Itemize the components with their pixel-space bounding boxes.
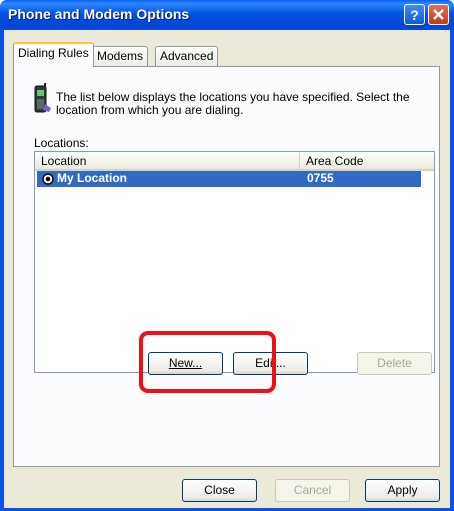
tab-dialing-rules[interactable]: Dialing Rules (13, 42, 94, 67)
delete-button[interactable]: Delete (357, 352, 432, 375)
dialog-client-area: Dialing Rules Modems Advanced The list b… (4, 30, 450, 508)
title-bar[interactable]: Phone and Modem Options ? (0, 0, 454, 30)
locations-label: Locations: (34, 136, 89, 150)
delete-button-label: Delete (377, 356, 412, 370)
column-header-location[interactable]: Location (35, 152, 299, 171)
window-title: Phone and Modem Options (8, 6, 190, 22)
apply-button-label: Apply (387, 483, 418, 497)
red-highlight-annotation (139, 331, 276, 393)
description-text: The list below displays the locations yo… (56, 90, 410, 117)
help-icon: ? (410, 7, 419, 23)
dialog-window: Phone and Modem Options ? Dialing Rules … (0, 0, 454, 511)
phone-icon (34, 83, 51, 113)
close-icon (433, 9, 444, 20)
selected-location-icon (42, 173, 54, 185)
location-name-cell: My Location (57, 171, 128, 185)
cancel-button-label: Cancel (293, 483, 332, 497)
close-button[interactable]: Close (182, 479, 257, 502)
table-row[interactable]: My Location 0755 (37, 171, 421, 187)
column-header-area-code[interactable]: Area Code (299, 152, 421, 171)
tab-advanced[interactable]: Advanced (155, 46, 219, 66)
column-header-filler (421, 152, 434, 171)
cancel-button[interactable]: Cancel (275, 479, 350, 502)
svg-text:?: ? (410, 7, 419, 23)
area-code-cell: 0755 (307, 171, 334, 185)
close-button-label: Close (204, 483, 235, 497)
help-button[interactable]: ? (404, 4, 425, 25)
apply-button[interactable]: Apply (365, 479, 440, 502)
close-window-button[interactable] (428, 4, 449, 25)
tab-modems[interactable]: Modems (92, 46, 149, 66)
